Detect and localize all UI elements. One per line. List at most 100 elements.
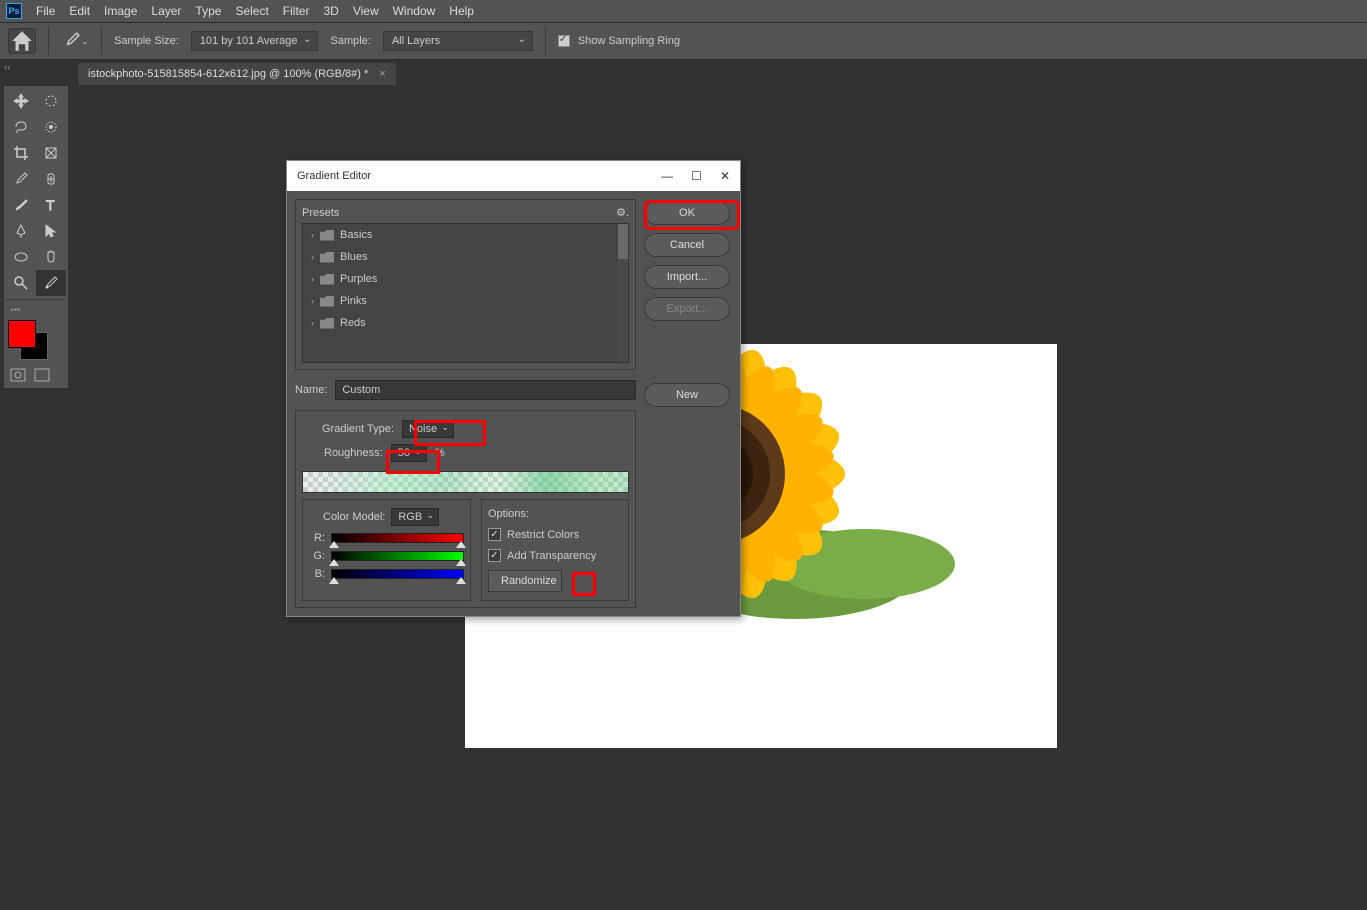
preset-scrollbar[interactable] <box>618 224 628 362</box>
maximize-icon[interactable]: ☐ <box>691 169 702 183</box>
type-tool[interactable]: T <box>36 192 66 218</box>
close-tab-icon[interactable]: × <box>379 68 385 80</box>
preset-label: Reds <box>340 317 366 329</box>
menu-select[interactable]: Select <box>235 4 268 18</box>
gradient-preview[interactable] <box>302 471 629 493</box>
cancel-button[interactable]: Cancel <box>644 233 730 257</box>
g-label: G: <box>309 550 325 562</box>
menu-view[interactable]: View <box>353 4 379 18</box>
collapse-panels-icon[interactable]: ‹‹ <box>4 62 11 73</box>
menu-window[interactable]: Window <box>393 4 436 18</box>
gear-icon[interactable]: ⚙. <box>616 206 629 219</box>
name-label: Name: <box>295 384 327 396</box>
photoshop-logo: Ps <box>6 3 22 19</box>
checkmark-icon <box>488 549 501 562</box>
presets-panel: Presets ⚙. ›Basics ›Blues ›Purples ›Pink… <box>295 199 636 370</box>
brush-tool[interactable] <box>6 192 36 218</box>
preset-label: Purples <box>340 273 377 285</box>
preset-label: Pinks <box>340 295 367 307</box>
shape-tool[interactable] <box>6 244 36 270</box>
menu-filter[interactable]: Filter <box>283 4 310 18</box>
roughness-input[interactable]: 50 <box>391 444 427 462</box>
export-button[interactable]: Export... <box>644 297 730 321</box>
home-icon <box>9 28 35 54</box>
gradient-type-dropdown[interactable]: Noise <box>402 420 454 438</box>
zoom-tool[interactable] <box>6 270 36 296</box>
g-slider[interactable] <box>331 551 464 561</box>
marquee-tool[interactable] <box>36 88 66 114</box>
menu-layer[interactable]: Layer <box>151 4 181 18</box>
percent-label: % <box>435 447 445 459</box>
frame-tool[interactable] <box>36 140 66 166</box>
move-tool[interactable] <box>6 88 36 114</box>
add-transparency-label: Add Transparency <box>507 550 596 562</box>
document-tab[interactable]: istockphoto-515815854-612x612.jpg @ 100%… <box>78 63 396 85</box>
import-button[interactable]: Import... <box>644 265 730 289</box>
folder-icon <box>320 296 334 307</box>
dialog-titlebar[interactable]: Gradient Editor — ☐ ✕ <box>287 161 740 191</box>
preset-folder-reds[interactable]: ›Reds <box>303 312 628 334</box>
r-slider[interactable] <box>331 533 464 543</box>
menu-type[interactable]: Type <box>195 4 221 18</box>
quick-mask-icon[interactable] <box>10 368 26 382</box>
color-model-label: Color Model: <box>323 511 385 523</box>
color-swatches[interactable] <box>6 320 66 360</box>
add-transparency-check[interactable]: Add Transparency <box>488 549 622 562</box>
menu-help[interactable]: Help <box>449 4 474 18</box>
new-button[interactable]: New <box>644 383 730 407</box>
restrict-colors-label: Restrict Colors <box>507 529 579 541</box>
folder-icon <box>320 230 334 241</box>
hand-tool[interactable] <box>36 244 66 270</box>
checkmark-icon <box>488 528 501 541</box>
menu-edit[interactable]: Edit <box>69 4 90 18</box>
healing-tool[interactable] <box>36 166 66 192</box>
preset-label: Basics <box>340 229 372 241</box>
options-bar: ⌄ Sample Size: 101 by 101 Average Sample… <box>0 22 1367 60</box>
preset-list[interactable]: ›Basics ›Blues ›Purples ›Pinks ›Reds <box>302 223 629 363</box>
gradient-type-label: Gradient Type: <box>322 423 394 435</box>
pen-tool[interactable] <box>6 218 36 244</box>
gradient-name-input[interactable] <box>335 380 636 400</box>
svg-text:T: T <box>46 197 55 213</box>
gradient-options-panel: Options: Restrict Colors Add Transparenc… <box>481 499 629 601</box>
tool-panel: T ••• <box>4 86 68 388</box>
menu-3d[interactable]: 3D <box>323 4 338 18</box>
folder-icon <box>320 318 334 329</box>
lasso-tool[interactable] <box>6 114 36 140</box>
quick-select-tool[interactable] <box>36 114 66 140</box>
randomize-button[interactable]: Randomize <box>488 570 562 592</box>
checkmark-icon <box>558 35 570 47</box>
crop-tool[interactable] <box>6 140 36 166</box>
foreground-color-swatch[interactable] <box>8 320 36 348</box>
preset-label: Blues <box>340 251 368 263</box>
color-model-dropdown[interactable]: RGB <box>391 508 439 526</box>
restrict-colors-check[interactable]: Restrict Colors <box>488 528 622 541</box>
ok-button[interactable]: OK <box>644 201 730 225</box>
home-button[interactable] <box>8 28 36 54</box>
sample-label: Sample: <box>330 35 370 47</box>
color-model-panel: Color Model: RGB R: G: B: <box>302 499 471 601</box>
minimize-icon[interactable]: — <box>661 169 673 183</box>
preset-folder-purples[interactable]: ›Purples <box>303 268 628 290</box>
screen-mode-icon[interactable] <box>34 368 50 382</box>
menu-file[interactable]: File <box>36 4 55 18</box>
color-sampler-tool[interactable] <box>36 270 66 296</box>
menu-image[interactable]: Image <box>104 4 137 18</box>
preset-folder-basics[interactable]: ›Basics <box>303 224 628 246</box>
b-slider[interactable] <box>331 569 464 579</box>
folder-icon <box>320 274 334 285</box>
preset-folder-blues[interactable]: ›Blues <box>303 246 628 268</box>
scroll-thumb[interactable] <box>618 224 628 259</box>
path-select-tool[interactable] <box>36 218 66 244</box>
b-label: B: <box>309 568 325 580</box>
folder-icon <box>320 252 334 263</box>
preset-folder-pinks[interactable]: ›Pinks <box>303 290 628 312</box>
menu-bar: Ps File Edit Image Layer Type Select Fil… <box>0 0 1367 22</box>
close-icon[interactable]: ✕ <box>720 169 730 183</box>
eyedropper-icon <box>62 32 80 50</box>
show-sampling-ring-check[interactable]: Show Sampling Ring <box>558 35 680 47</box>
presets-label: Presets <box>302 207 339 219</box>
eyedropper-tool[interactable] <box>6 166 36 192</box>
sample-size-dropdown[interactable]: 101 by 101 Average <box>191 31 319 51</box>
sample-dropdown[interactable]: All Layers <box>383 31 533 51</box>
